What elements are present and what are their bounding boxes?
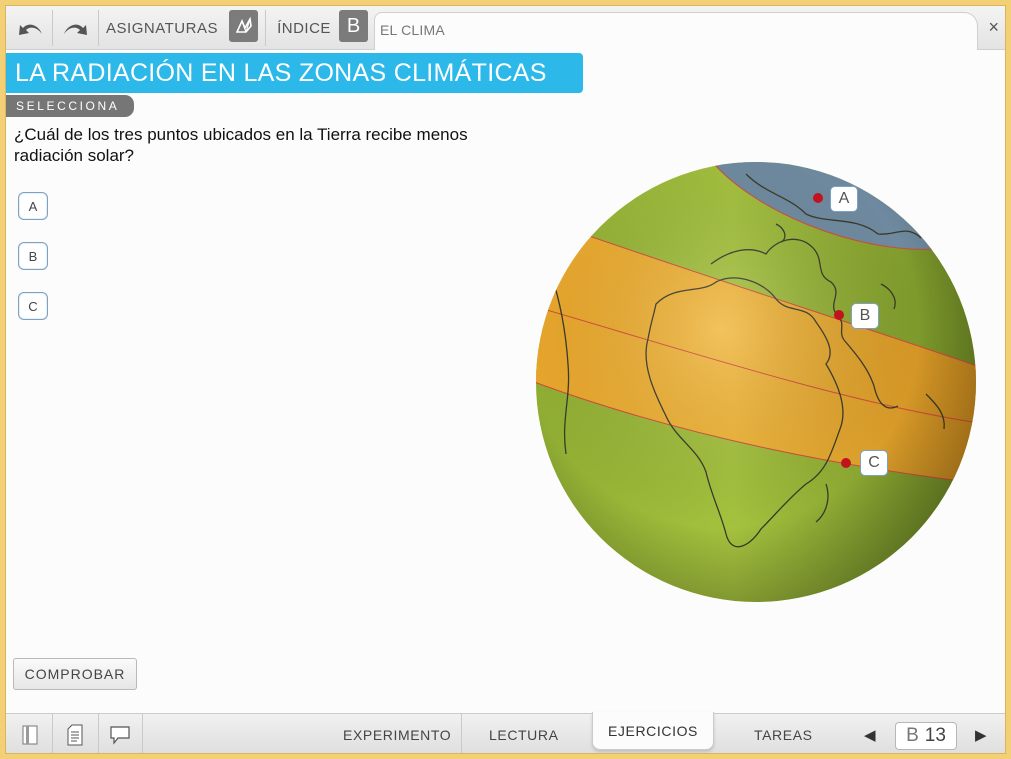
- subjects-label: ASIGNATURAS: [106, 19, 218, 37]
- marker-b-dot: [834, 310, 844, 320]
- comment-icon: [110, 726, 130, 745]
- subject-badge[interactable]: [229, 10, 258, 42]
- question-text: ¿Cuál de los tres puntos ubicados en la …: [14, 125, 468, 165]
- app-window: ASIGNATURAS ÍNDICE B EL CLIMA × LA RADIA…: [5, 5, 1006, 754]
- bookmark-button[interactable]: [12, 720, 48, 750]
- tab-lectura[interactable]: LECTURA: [489, 727, 559, 743]
- option-c-button[interactable]: C: [18, 292, 48, 320]
- comment-button[interactable]: [102, 720, 138, 750]
- page-title: LA RADIACIÓN EN LAS ZONAS CLIMÁTICAS: [6, 53, 583, 93]
- marker-a-label: A: [830, 186, 858, 212]
- next-page-icon[interactable]: ▶: [975, 726, 987, 744]
- index-button[interactable]: ÍNDICE: [274, 10, 334, 46]
- undo-icon: [19, 24, 42, 35]
- marker-a-dot: [813, 193, 823, 203]
- close-icon[interactable]: ×: [988, 17, 999, 38]
- globe-illustration: A B C: [526, 154, 986, 610]
- page-number: 13: [924, 725, 946, 746]
- current-tab[interactable]: EL CLIMA: [374, 12, 978, 50]
- current-tab-label: EL CLIMA: [380, 22, 445, 38]
- redo-button[interactable]: [53, 10, 97, 46]
- bottom-toolbar: EXPERIMENTO LECTURA EJERCICIOS TAREAS ◀ …: [6, 712, 1005, 753]
- bookmark-icon: [22, 725, 38, 745]
- check-button[interactable]: COMPROBAR: [13, 658, 137, 690]
- notes-button[interactable]: [57, 720, 93, 750]
- instruction-badge: SELECCIONA: [6, 95, 134, 117]
- tab-tareas[interactable]: TAREAS: [754, 727, 813, 743]
- marker-c-dot: [841, 458, 851, 468]
- marker-c-label: C: [860, 450, 888, 476]
- page-prefix: B: [906, 725, 919, 746]
- tab-experimento[interactable]: EXPERIMENTO: [343, 727, 451, 743]
- page-indicator[interactable]: B 13: [895, 722, 957, 750]
- tab-ejercicios[interactable]: EJERCICIOS: [592, 712, 714, 750]
- option-a-button[interactable]: A: [18, 192, 48, 220]
- globe-graphic: [536, 162, 976, 602]
- notes-icon: [67, 724, 83, 746]
- undo-button[interactable]: [10, 10, 52, 46]
- leaf-icon: [235, 17, 252, 33]
- option-b-button[interactable]: B: [18, 242, 48, 270]
- prev-page-icon[interactable]: ◀: [864, 726, 876, 744]
- redo-icon: [64, 24, 87, 35]
- index-badge[interactable]: B: [339, 10, 368, 42]
- index-label: ÍNDICE: [277, 19, 331, 37]
- marker-b-label: B: [851, 303, 879, 329]
- subjects-button[interactable]: ASIGNATURAS: [104, 10, 220, 46]
- top-toolbar: ASIGNATURAS ÍNDICE B EL CLIMA ×: [6, 6, 1005, 50]
